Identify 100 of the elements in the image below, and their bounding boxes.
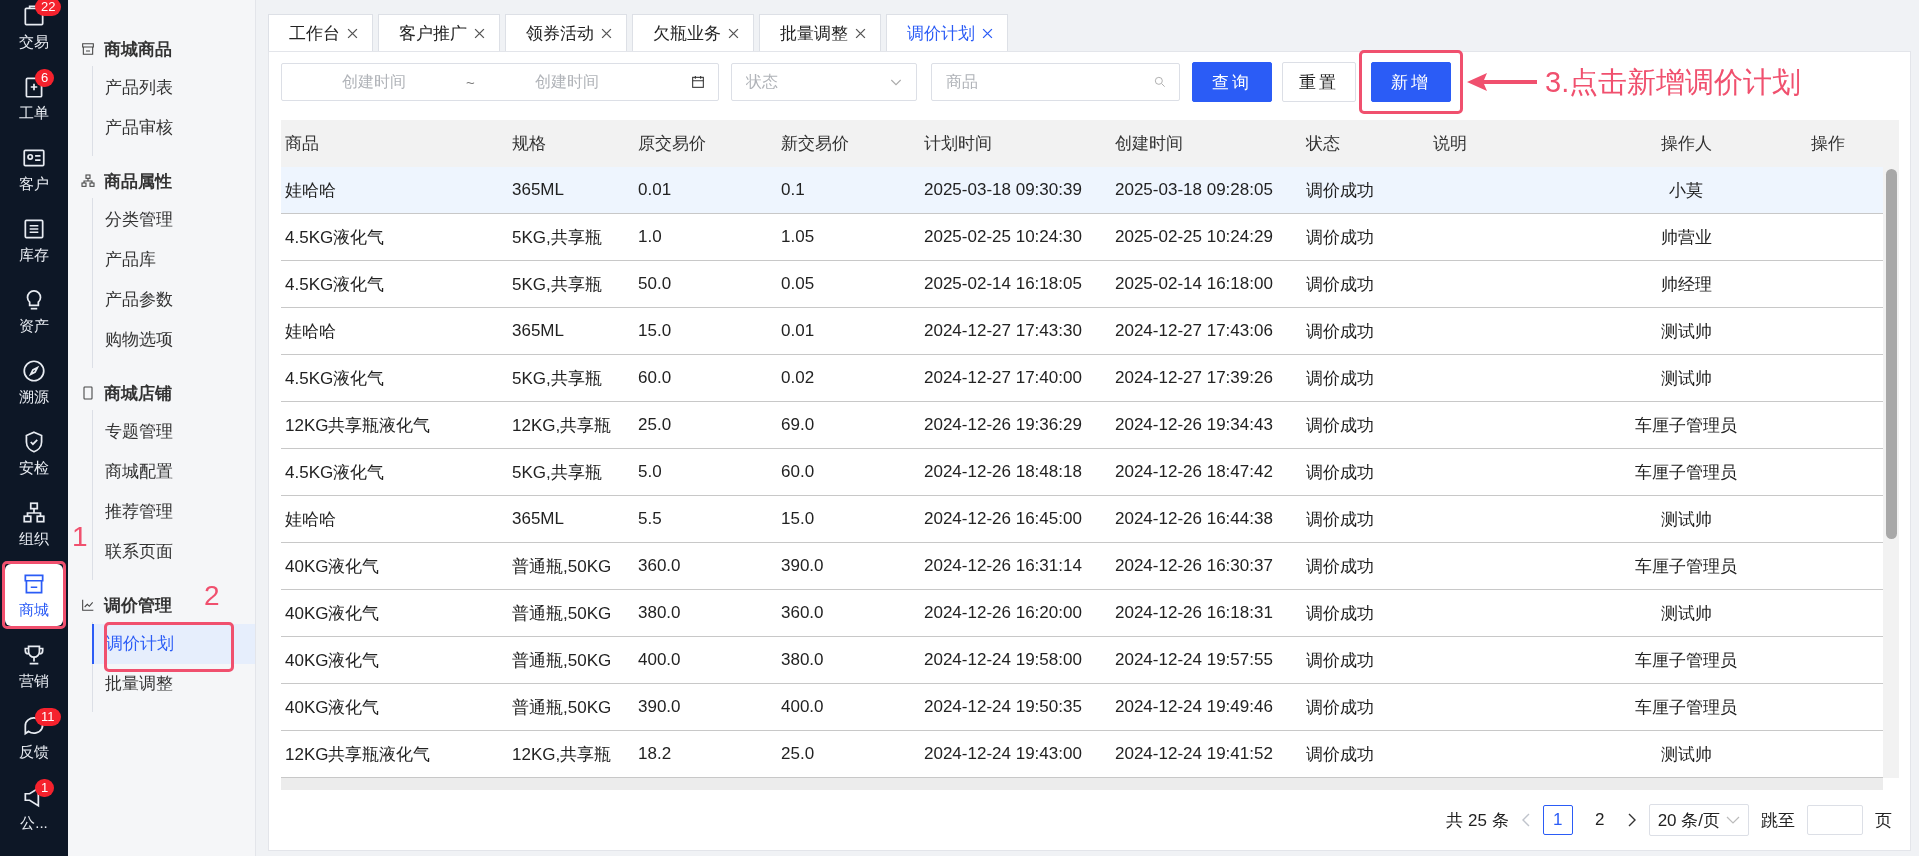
table-cell: 调价成功 [1306,603,1374,623]
nav-item[interactable]: 资产 [5,280,63,342]
sidebar-item[interactable]: 产品参数 [93,280,255,320]
page-input[interactable] [1807,805,1863,835]
search-icon [1153,75,1167,89]
table-cell: 调价成功 [1306,274,1374,294]
table-row[interactable]: 12KG共享瓶液化气 12KG,共享瓶 25.0 69.0 2024-12-26 19:36:29 2024-12-26 19:34:43 调价成功 车厘子管理员 [281,402,1883,449]
date-end-field[interactable]: 创建时间 [474,72,659,92]
table-cell: 69.0 [781,415,815,434]
table-cell: 360.0 [781,603,824,622]
close-icon[interactable] [855,27,866,39]
sidebar-item[interactable]: 推荐管理 [93,492,255,532]
tab[interactable]: 调价计划 [886,14,1008,51]
tab[interactable]: 工作台 [268,14,373,51]
table-row[interactable]: 40KG液化气 普通瓶,50KG 400.0 380.0 2024-12-24 19:58:00 2024-12-24 19:57:55 调价成功 车厘子管理员 [281,637,1883,684]
table-cell: 4.5KG液化气 [285,227,385,247]
chevron-right-icon[interactable] [1626,812,1637,828]
product-input[interactable]: 商品 [944,72,1153,92]
sidebar-item[interactable]: 产品列表 [93,68,255,108]
page-size-select[interactable]: 20 条/页 [1648,804,1749,836]
nav-item[interactable]: 公... 1 [5,777,63,839]
table-cell: 调价成功 [1306,368,1374,388]
sidebar-item[interactable]: 专题管理 [93,412,255,452]
close-icon[interactable] [728,27,739,39]
table-cell: 2024-12-26 16:20:00 [924,603,1082,622]
table-row[interactable]: 4.5KG液化气 5KG,共享瓶 1.0 1.05 2025-02-25 10:24:30 2025-02-25 10:24:29 调价成功 帅营业 [281,214,1883,261]
table-cell: 车厘子管理员 [1635,462,1737,482]
tablet-icon [80,385,96,401]
button[interactable]: 重置 [1282,62,1356,102]
tab[interactable]: 欠瓶业务 [632,14,754,51]
table-cell: 2024-12-27 17:43:06 [1115,321,1273,340]
status-input[interactable]: 状态 [744,72,888,92]
table-cell: 390.0 [781,556,824,575]
table-cell: 2024-12-26 19:36:29 [924,415,1082,434]
sidebar-item[interactable]: 购物选项 [93,320,255,360]
column-header: 操作人 [1659,133,1713,155]
sidebar-item[interactable]: 商城配置 [93,452,255,492]
sidebar-item[interactable]: 调价计划 [92,624,255,664]
product-search-field[interactable]: 商品 [931,63,1180,101]
table-row[interactable]: 娃哈哈 365ML 15.0 0.01 2024-12-27 17:43:30 2024-12-27 17:43:06 调价成功 测试帅 [281,308,1883,355]
sidebar-item[interactable]: 产品审核 [93,108,255,148]
nav-item[interactable]: 库存 [5,209,63,271]
line-chart-icon [80,597,96,613]
nav-item[interactable]: 工单 6 [5,67,63,129]
table-row[interactable]: 40KG液化气 普通瓶,50KG 380.0 360.0 2024-12-26 16:20:00 2024-12-26 16:18:31 调价成功 测试帅 [281,590,1883,637]
table-cell: 调价成功 [1306,650,1374,670]
close-icon[interactable] [601,27,612,39]
tab[interactable]: 客户推广 [378,14,500,51]
table-cell: 2024-12-24 19:41:52 [1115,744,1273,763]
nav-item[interactable]: 安检 [5,422,63,484]
nav-item[interactable]: 营销 [5,635,63,697]
close-icon[interactable] [347,27,358,39]
status-select[interactable]: 状态 [731,63,917,101]
sidebar-item[interactable]: 产品库 [93,240,255,280]
annotation-label: 2 [204,580,220,612]
button[interactable]: 查询 [1192,62,1272,102]
table-cell: 2025-03-18 09:28:05 [1115,180,1273,199]
nav-item[interactable]: 组织 [5,493,63,555]
table-row[interactable]: 娃哈哈 365ML 0.01 0.1 2025-03-18 09:30:39 2025-03-18 09:28:05 调价成功 小莫 [281,167,1883,214]
count-badge: 6 [35,69,55,87]
table-cell: 5KG,共享瓶 [512,368,602,388]
nav-item[interactable]: 反馈 11 [5,706,63,768]
group-title: 商品属性 [104,170,172,193]
column-header: 说明 [1432,133,1468,155]
nav-item[interactable]: 交易 22 [5,0,63,58]
scrollbar-thumb[interactable] [1885,169,1897,539]
table-row[interactable]: 4.5KG液化气 5KG,共享瓶 5.0 60.0 2024-12-26 18:48:18 2024-12-26 18:47:42 调价成功 车厘子管理员 [281,449,1883,496]
table-cell: 娃哈哈 [285,180,336,200]
tab[interactable]: 领券活动 [505,14,627,51]
date-start-field[interactable]: 创建时间 [282,72,466,92]
table-row[interactable]: 娃哈哈 365ML 5.5 15.0 2024-12-26 16:45:00 2024-12-26 16:44:38 调价成功 测试帅 [281,496,1883,543]
table-cell: 5KG,共享瓶 [512,462,602,482]
page-button[interactable]: 2 [1584,805,1615,835]
column-header: 状态 [1305,133,1341,155]
sidebar-item[interactable]: 分类管理 [93,200,255,240]
tab[interactable]: 批量调整 [759,14,881,51]
table-cell: 40KG液化气 [285,556,380,576]
scrollbar-track[interactable] [281,778,1883,790]
nav-item[interactable]: 溯源 [5,351,63,413]
count-badge: 22 [35,0,62,16]
table-cell: 调价成功 [1306,556,1374,576]
table-cell: 2024-12-24 19:49:46 [1115,697,1273,716]
store-icon [80,41,96,57]
table-row[interactable]: 40KG液化气 普通瓶,50KG 390.0 400.0 2024-12-24 19:50:35 2024-12-24 19:49:46 调价成功 车厘子管理员 [281,684,1883,731]
table-row[interactable]: 4.5KG液化气 5KG,共享瓶 50.0 0.05 2025-02-14 16:18:05 2025-02-14 16:18:00 调价成功 帅经理 [281,261,1883,308]
page-button[interactable]: 1 [1542,805,1573,835]
table-cell: 2024-12-24 19:57:55 [1115,650,1273,669]
table-row[interactable]: 4.5KG液化气 5KG,共享瓶 60.0 0.02 2024-12-27 17:40:00 2024-12-27 17:39:26 调价成功 测试帅 [281,355,1883,402]
close-icon[interactable] [982,27,993,39]
close-icon[interactable] [474,27,485,39]
nav-item[interactable]: 客户 [5,138,63,200]
sidebar-item[interactable]: 联系页面 [93,532,255,572]
sidebar-item[interactable]: 批量调整 [93,664,255,704]
table-cell: 4.5KG液化气 [285,274,385,294]
table-cell: 测试帅 [1660,368,1712,388]
table-row[interactable]: 40KG液化气 普通瓶,50KG 360.0 390.0 2024-12-26 16:31:14 2024-12-26 16:30:37 调价成功 车厘子管理员 [281,543,1883,590]
table-cell: 娃哈哈 [285,509,336,529]
nav-item[interactable]: 商城 [5,564,63,626]
table-cell: 2024-12-26 16:45:00 [924,509,1082,528]
button[interactable]: 新增 [1371,62,1451,102]
